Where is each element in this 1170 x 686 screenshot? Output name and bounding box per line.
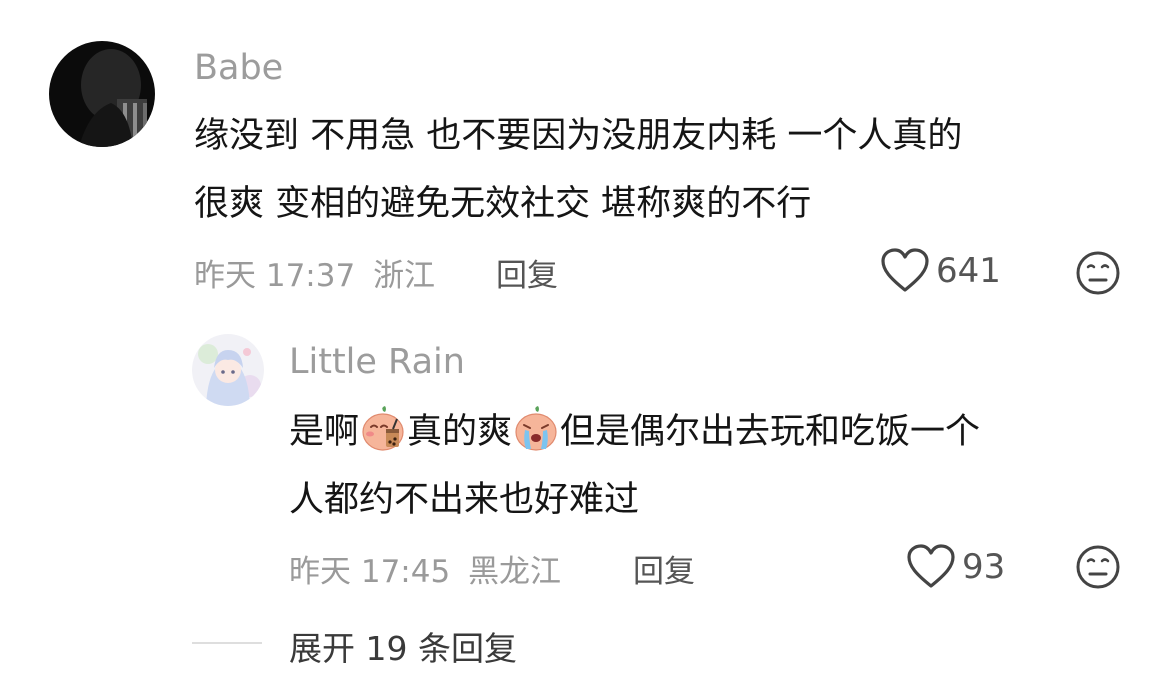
comment-text: 缘没到 不用急 也不要因为没朋友内耗 一个人真的 很爽 变相的避免无效社交 堪称… xyxy=(194,102,962,238)
peach-bubble-tea-emoji xyxy=(362,406,404,451)
username[interactable]: Babe xyxy=(194,48,283,88)
reply-like-count: 93 xyxy=(962,547,1006,587)
avatar[interactable] xyxy=(49,41,155,147)
reply-text-line: 人都约不出来也好难过 xyxy=(289,480,640,520)
timestamp: 昨天 17:37 xyxy=(194,258,356,294)
like-button[interactable]: 641 xyxy=(880,248,1001,294)
reply-text-part: 但是偶尔出去玩和吃饭一个 xyxy=(560,412,981,452)
reply-text-part: 是啊 xyxy=(289,412,360,452)
neutral-face-icon xyxy=(1076,545,1120,589)
dislike-button[interactable] xyxy=(1075,250,1121,300)
reply-like-button[interactable]: 93 xyxy=(906,544,1005,590)
heart-outline-icon xyxy=(907,544,955,588)
reply-location: 黑龙江 xyxy=(468,554,562,590)
reply-meta: 昨天 17:45 黑龙江 xyxy=(289,546,561,591)
expand-replies-button[interactable]: 展开 19 条回复 xyxy=(289,622,517,670)
reply-text: 是啊 真的爽 但是偶尔出去玩和吃饭一个 人都约不出来也好难过 xyxy=(289,398,980,534)
comment-meta: 昨天 17:37 浙江 xyxy=(194,250,435,295)
neutral-face-icon xyxy=(1076,251,1120,295)
reply-timestamp: 昨天 17:45 xyxy=(289,554,451,590)
expand-divider xyxy=(192,642,262,644)
reply-dislike-button[interactable] xyxy=(1075,544,1121,594)
reply-username[interactable]: Little Rain xyxy=(289,342,465,382)
reply-avatar[interactable] xyxy=(192,334,264,406)
heart-outline-icon xyxy=(881,248,929,292)
comment-text-line: 缘没到 不用急 也不要因为没朋友内耗 一个人真的 xyxy=(194,116,963,156)
comment-text-line: 很爽 变相的避免无效社交 堪称爽的不行 xyxy=(194,184,812,224)
reply-button[interactable]: 回复 xyxy=(496,250,558,295)
location: 浙江 xyxy=(373,258,436,294)
reply-text-part: 真的爽 xyxy=(407,412,513,452)
reply-text-line: 是啊 真的爽 但是偶尔出去玩和吃饭一个 xyxy=(289,398,980,466)
reply-reply-button[interactable]: 回复 xyxy=(633,546,695,591)
peach-crying-emoji xyxy=(515,406,557,451)
like-count: 641 xyxy=(936,251,1001,291)
